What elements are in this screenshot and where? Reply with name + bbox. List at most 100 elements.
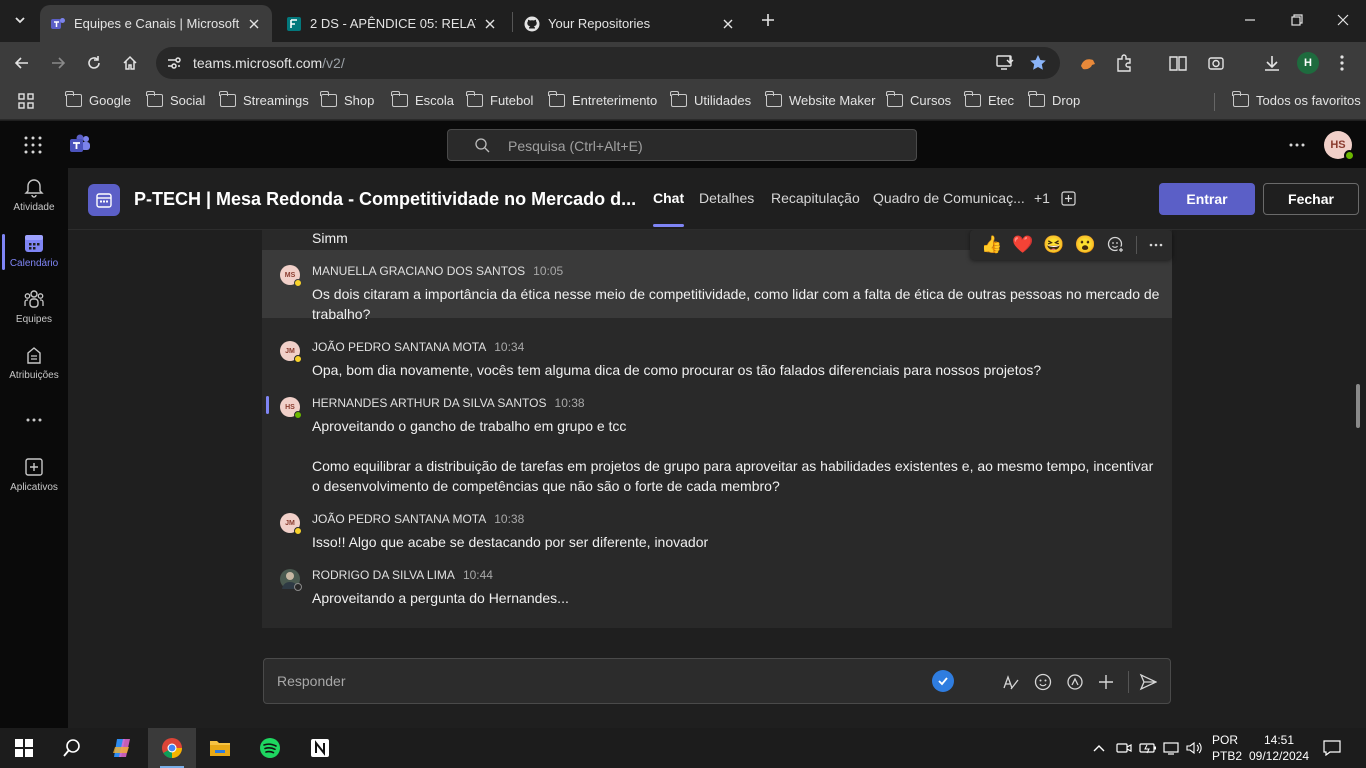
- tab-chat[interactable]: Chat: [653, 190, 685, 227]
- bookmark-folder[interactable]: Escola: [391, 91, 454, 108]
- message-header: JOÃO PEDRO SANTANA MOTA 10:34: [312, 340, 524, 354]
- reaction-laugh[interactable]: 😆: [1038, 230, 1069, 260]
- bookmark-folder[interactable]: Drop: [1028, 91, 1080, 108]
- minimize-button[interactable]: [1237, 8, 1263, 32]
- message-time: 10:38: [554, 396, 585, 410]
- grammar-check-icon[interactable]: [932, 670, 954, 692]
- screenshot-icon[interactable]: [1206, 53, 1226, 73]
- reaction-like[interactable]: 👍: [976, 230, 1007, 260]
- extensions-icon[interactable]: [1114, 53, 1134, 73]
- show-hidden-icons[interactable]: [1089, 738, 1109, 758]
- avatar: MS: [280, 265, 302, 287]
- add-tab-icon[interactable]: [1061, 191, 1076, 206]
- apps-grid-icon[interactable]: [18, 93, 34, 109]
- reaction-surprised[interactable]: 😮: [1070, 230, 1101, 260]
- more-options-icon[interactable]: [1289, 143, 1305, 147]
- downloads-icon[interactable]: [1262, 53, 1282, 73]
- rail-item-teams[interactable]: Equipes: [0, 280, 68, 336]
- bookmark-folder[interactable]: Etec: [964, 91, 1014, 108]
- rail-item-calendar[interactable]: Calendário: [0, 224, 68, 280]
- search-button[interactable]: [48, 728, 96, 768]
- address-bar[interactable]: teams.microsoft.com/v2/: [156, 47, 1060, 79]
- rail-item-activity[interactable]: Atividade: [0, 168, 68, 224]
- rail-label: Atribuições: [9, 370, 59, 381]
- message-text: Aproveitando a pergunta do Hernandes...: [312, 590, 569, 606]
- list-item[interactable]: JM JOÃO PEDRO SANTANA MOTA 10:38 Isso!! A…: [262, 498, 1172, 550]
- folder-icon: [219, 91, 236, 107]
- emoji-button[interactable]: [1032, 671, 1054, 693]
- taskbar-clock[interactable]: 14:51 09/12/2024: [1248, 732, 1310, 764]
- attach-button[interactable]: [1095, 671, 1117, 693]
- site-info-icon[interactable]: [166, 55, 182, 71]
- close-tab-icon[interactable]: [246, 16, 262, 32]
- teams-search-input[interactable]: Pesquisa (Ctrl+Alt+E): [447, 129, 917, 161]
- start-button[interactable]: [0, 728, 48, 768]
- list-item[interactable]: RODRIGO DA SILVA LIMA 10:44 Aproveitando …: [262, 554, 1172, 620]
- network-tray-icon[interactable]: [1162, 738, 1182, 758]
- send-button[interactable]: [1137, 671, 1159, 693]
- chrome-taskbar-button[interactable]: [148, 728, 196, 768]
- rail-item-apps[interactable]: Aplicativos: [0, 448, 68, 504]
- bookmark-star-icon[interactable]: [1029, 54, 1047, 72]
- bookmark-folder[interactable]: Streamings: [219, 91, 309, 108]
- tab-github[interactable]: Your Repositories: [514, 5, 746, 42]
- close-window-button[interactable]: [1330, 8, 1356, 32]
- tab-teams[interactable]: Equipes e Canais | Microsoft Teams: [40, 5, 272, 42]
- profile-avatar[interactable]: H: [1297, 52, 1319, 74]
- back-button[interactable]: [12, 53, 32, 73]
- camera-tray-icon[interactable]: [1114, 738, 1134, 758]
- bookmark-folder[interactable]: Website Maker: [765, 91, 875, 108]
- home-button[interactable]: [120, 53, 140, 73]
- loop-button[interactable]: [1064, 671, 1086, 693]
- volume-tray-icon[interactable]: [1185, 738, 1205, 758]
- notifications-button[interactable]: [1322, 738, 1342, 758]
- close-tab-icon[interactable]: [482, 16, 498, 32]
- more-actions-button[interactable]: [1141, 230, 1172, 260]
- bookmark-folder[interactable]: Social: [146, 91, 205, 108]
- app-launcher-icon[interactable]: [24, 136, 42, 154]
- format-button[interactable]: [1000, 671, 1022, 693]
- folder-icon: [670, 91, 687, 107]
- reply-compose-box[interactable]: Responder: [263, 658, 1171, 704]
- reload-button[interactable]: [84, 53, 104, 73]
- bookmark-folder[interactable]: Futebol: [466, 91, 533, 108]
- copilot-button[interactable]: [98, 728, 146, 768]
- more-apps-icon[interactable]: [26, 418, 42, 422]
- tab-more-count[interactable]: +1: [1034, 190, 1050, 206]
- file-explorer-button[interactable]: [196, 728, 244, 768]
- list-item[interactable]: HS HERNANDES ARTHUR DA SILVA SANTOS 10:38…: [262, 382, 1172, 494]
- join-button[interactable]: Entrar: [1159, 183, 1255, 215]
- notion-button[interactable]: [296, 728, 344, 768]
- browser-menu-icon[interactable]: [1332, 53, 1352, 73]
- restore-button[interactable]: [1284, 8, 1310, 32]
- list-item[interactable]: JM JOÃO PEDRO SANTANA MOTA 10:34 Opa, bom…: [262, 326, 1172, 378]
- tab-details[interactable]: Detalhes: [699, 190, 754, 206]
- all-bookmarks-folder[interactable]: Todos os favoritos: [1232, 91, 1361, 108]
- bookmark-folder[interactable]: Entreterimento: [548, 91, 657, 108]
- input-language-indicator[interactable]: POR PTB2: [1212, 732, 1242, 764]
- reading-list-icon[interactable]: [1168, 53, 1188, 73]
- close-button[interactable]: Fechar: [1263, 183, 1359, 215]
- tab-forms[interactable]: 2 DS - APÊNDICE 05: RELATÓRIO: [276, 5, 508, 42]
- tab-whiteboard[interactable]: Quadro de Comunicaç...: [873, 190, 1025, 206]
- presence-away-icon: [294, 527, 302, 535]
- bookmark-folder[interactable]: Cursos: [886, 91, 951, 108]
- battery-tray-icon[interactable]: [1138, 738, 1158, 758]
- bookmark-folder[interactable]: Utilidades: [670, 91, 751, 108]
- tab-search-button[interactable]: [8, 8, 32, 32]
- reaction-heart[interactable]: ❤️: [1007, 230, 1038, 260]
- tab-recap[interactable]: Recapitulação: [771, 190, 860, 206]
- new-tab-button[interactable]: [758, 10, 778, 30]
- add-reaction-button[interactable]: [1101, 230, 1132, 260]
- install-app-icon[interactable]: [996, 55, 1014, 71]
- extension-ublock-icon[interactable]: [1078, 53, 1098, 73]
- bookmark-folder[interactable]: Google: [65, 91, 131, 108]
- forward-button[interactable]: [48, 53, 68, 73]
- rail-item-assignments[interactable]: Atribuições: [0, 336, 68, 392]
- spotify-button[interactable]: [246, 728, 294, 768]
- chat-scrollbar[interactable]: [1356, 384, 1360, 428]
- close-tab-icon[interactable]: [720, 16, 736, 32]
- user-avatar[interactable]: HS: [1324, 131, 1355, 161]
- bookmark-folder[interactable]: Shop: [320, 91, 374, 108]
- list-item[interactable]: MS MANUELLA GRACIANO DOS SANTOS 10:05 Os …: [262, 250, 1172, 322]
